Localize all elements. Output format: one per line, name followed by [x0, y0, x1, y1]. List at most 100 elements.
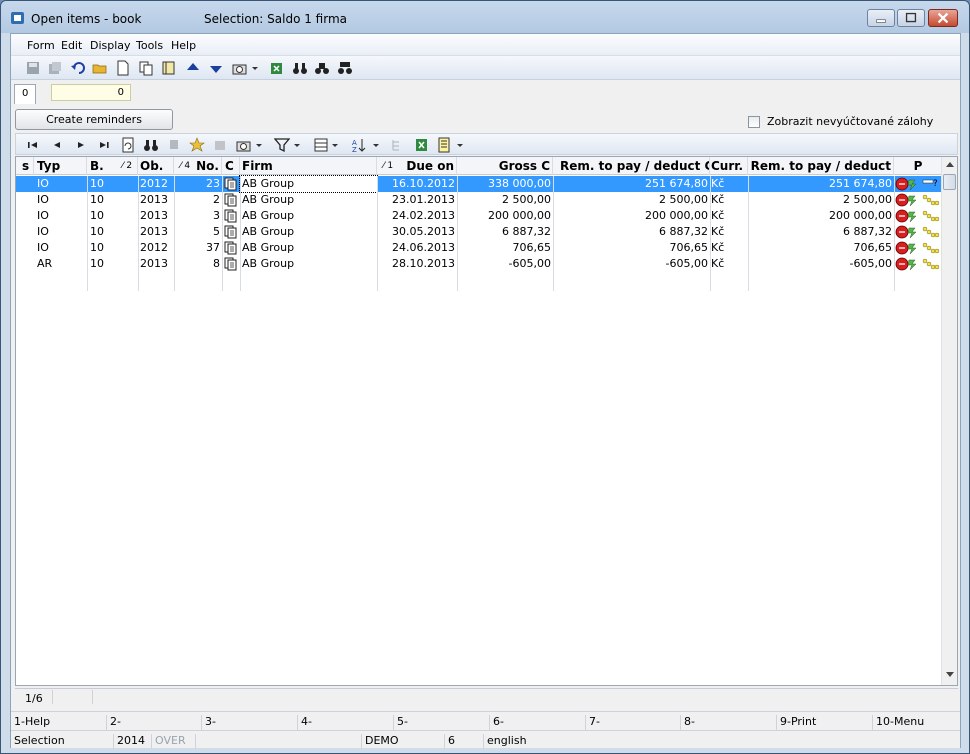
table-row[interactable]: AR 10 2013 8 AB Group 28.10.2013 -605,00 -605,0… [16, 256, 942, 272]
scroll-down-icon[interactable] [946, 672, 954, 678]
table-row[interactable]: IO 10 2013 5 AB Group 30.05.2013 6 887,32 6 887… [16, 224, 942, 240]
arrow-down-icon[interactable] [208, 60, 224, 76]
create-reminders-button[interactable]: Create reminders [15, 109, 173, 130]
fkey-10[interactable]: 10-Menu [872, 715, 967, 730]
cell-no: 8 [213, 257, 220, 270]
dropdown-arrow-icon[interactable] [251, 60, 259, 76]
table-row[interactable]: IO 10 2012 37 AB Group 24.06.2013 706,65 706,65… [16, 240, 942, 256]
binoculars-icon[interactable] [292, 60, 308, 76]
document-icon[interactable] [224, 241, 238, 255]
refresh-icon[interactable] [120, 137, 136, 153]
header-due-on[interactable]: ⁄ 1 Due on [377, 157, 457, 175]
fkey-8[interactable]: 8- [680, 715, 775, 730]
menu-edit[interactable]: Edit [61, 39, 82, 52]
fkey-9[interactable]: 9-Print [776, 715, 871, 730]
menu-form[interactable]: Form [27, 39, 55, 52]
payment-status-icon [895, 257, 940, 271]
table-row[interactable]: IO 10 2013 3 AB Group 24.02.2013 200 000,00 200… [16, 208, 942, 224]
sort-dropdown-icon[interactable] [372, 137, 380, 153]
previous-record-icon[interactable] [50, 137, 64, 153]
scrollbar-thumb[interactable] [943, 174, 956, 190]
header-c[interactable]: C [222, 157, 240, 175]
grid-divider [240, 176, 241, 291]
cell-typ: IO [37, 193, 49, 206]
menu-display[interactable]: Display [90, 39, 131, 52]
document-icon[interactable] [224, 193, 238, 207]
find-next-icon[interactable] [314, 60, 330, 76]
menu-tools[interactable]: Tools [136, 39, 163, 52]
grid-rows: IO 10 2012 23 AB Group 16.10.2012 338 000,00 25… [16, 175, 942, 291]
payment-status-icon [895, 193, 940, 207]
cell-curr: Kč [711, 257, 725, 270]
copy-icon[interactable] [138, 60, 154, 76]
fkey-5[interactable]: 5- [393, 715, 488, 730]
book-icon[interactable] [161, 60, 177, 76]
fkey-7[interactable]: 7-Prim.document [585, 715, 680, 741]
fkey-2[interactable]: 2- [106, 715, 201, 730]
maximize-button[interactable] [897, 9, 925, 27]
find-previous-icon[interactable] [337, 60, 353, 76]
status-year: 2014 [113, 734, 145, 748]
document-icon[interactable] [224, 177, 238, 191]
grid-divider [138, 176, 139, 291]
sort-icon[interactable]: AZ [351, 137, 367, 153]
table-row[interactable]: IO 10 2013 2 AB Group 23.01.2013 2 500,00 2 500… [16, 192, 942, 208]
tab-0[interactable]: 0 [14, 84, 36, 104]
close-button[interactable] [928, 9, 958, 27]
open-folder-icon[interactable] [92, 60, 108, 76]
filter-icon[interactable] [274, 137, 290, 153]
table-row[interactable]: IO 10 2012 23 AB Group 16.10.2012 338 000,00 25… [16, 175, 942, 193]
fkey-6[interactable]: 6- [489, 715, 584, 730]
first-record-icon[interactable] [26, 137, 40, 153]
camera-icon[interactable] [232, 60, 248, 76]
document-icon[interactable] [224, 225, 238, 239]
menu-bar: Form Edit Display Tools Help [11, 34, 960, 56]
maximize-icon [905, 12, 917, 23]
fkey-4[interactable]: 4- [297, 715, 392, 730]
next-record-icon[interactable] [74, 137, 88, 153]
header-ob[interactable]: Ob. [138, 157, 174, 175]
fkey-1[interactable]: 1-Help [11, 715, 106, 730]
header-gross[interactable]: Gross C [457, 157, 553, 175]
header-rem-c[interactable]: Rem. to pay / deduct C [553, 157, 710, 175]
header-no[interactable]: ⁄ 4 No. [174, 157, 222, 175]
header-rem[interactable]: Rem. to pay / deduct [748, 157, 894, 175]
screenshot-icon[interactable] [236, 137, 252, 153]
status-divider [52, 690, 53, 704]
header-s[interactable]: s [16, 157, 34, 175]
columns-dropdown-icon[interactable] [331, 137, 339, 153]
tab-value-field[interactable]: 0 [51, 84, 131, 101]
header-p[interactable]: P [894, 157, 942, 175]
last-record-icon[interactable] [97, 137, 111, 153]
vertical-scrollbar[interactable] [941, 157, 957, 685]
report-icon[interactable] [436, 137, 452, 153]
unbilled-advances-checkbox[interactable] [748, 116, 760, 128]
report-dropdown-icon[interactable] [456, 137, 464, 153]
cell-rem1: 6 887,32 [659, 225, 708, 238]
header-curr[interactable]: Curr. [710, 157, 748, 175]
add-star-icon[interactable] [189, 137, 205, 153]
excel-icon[interactable] [269, 60, 285, 76]
header-typ[interactable]: Typ [34, 157, 87, 175]
new-document-icon[interactable] [115, 60, 131, 76]
arrow-up-icon[interactable] [185, 60, 201, 76]
cell-curr: Kč [711, 209, 725, 222]
scroll-up-icon[interactable] [946, 161, 954, 167]
save-icon[interactable] [25, 60, 41, 76]
header-b[interactable]: B. ⁄ 2 [87, 157, 138, 175]
screenshot-dropdown-icon[interactable] [255, 137, 263, 153]
document-icon[interactable] [224, 257, 238, 271]
columns-icon[interactable] [313, 137, 329, 153]
title-bar[interactable]: Open items - book Selection: Saldo 1 fir… [1, 1, 969, 33]
search-icon[interactable] [143, 137, 159, 153]
filter-dropdown-icon[interactable] [293, 137, 301, 153]
fkey-3[interactable]: 3-Refresh/Restore [201, 715, 296, 741]
document-icon[interactable] [224, 209, 238, 223]
save-all-icon[interactable] [47, 60, 63, 76]
menu-help[interactable]: Help [171, 39, 196, 52]
header-firm[interactable]: Firm [240, 157, 377, 175]
export-excel-icon[interactable] [413, 137, 429, 153]
minimize-button[interactable] [867, 9, 895, 27]
undo-icon[interactable] [70, 60, 86, 76]
sort-indicator-due: ⁄ 1 [383, 161, 394, 171]
